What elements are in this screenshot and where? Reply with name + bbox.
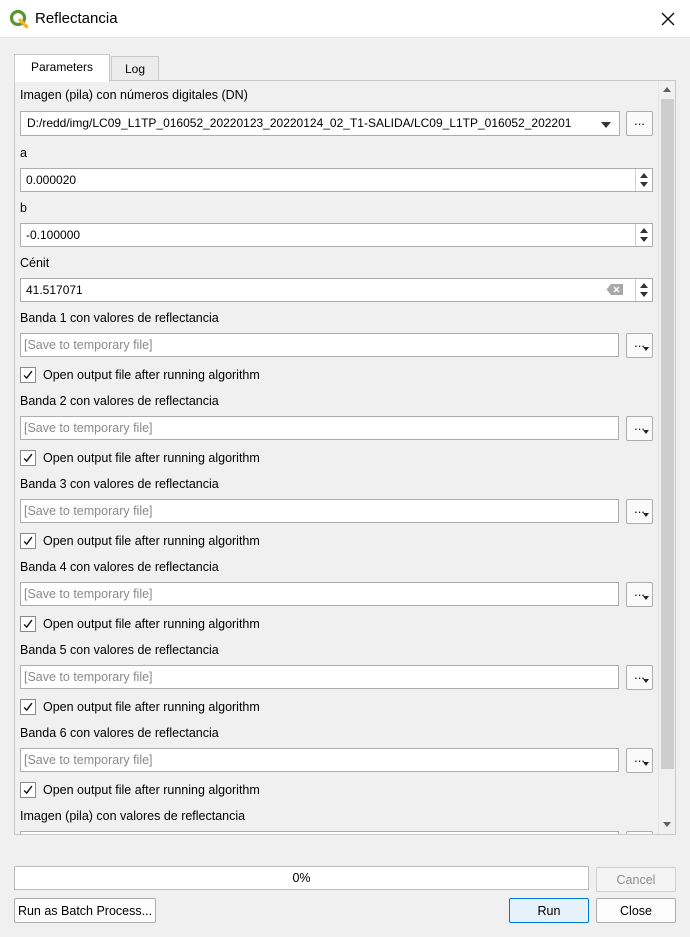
scroll-down-icon[interactable] [663,822,671,827]
run-button[interactable]: Run [509,898,589,923]
band-2-browse-button[interactable]: ... [626,416,653,441]
tab-parameters[interactable]: Parameters [14,54,110,82]
band-4-label: Banda 4 con valores de reflectancia [20,560,219,574]
band-3-output-field[interactable]: [Save to temporary file] [20,499,619,523]
checkbox-checked-icon[interactable] [20,533,36,549]
b-spinbox[interactable]: -0.100000 [20,223,653,247]
input-layer-label: Imagen (pila) con números digitales (DN) [20,88,248,102]
chevron-down-icon [643,679,649,683]
band-6-open-label: Open output file after running algorithm [43,783,260,797]
a-spin-buttons[interactable] [635,169,652,191]
zenith-label: Cénit [20,256,50,270]
tab-log[interactable]: Log [111,56,159,82]
spin-down-icon[interactable] [640,182,648,187]
chevron-down-icon [643,596,649,600]
checkbox-checked-icon[interactable] [20,782,36,798]
chevron-down-icon [643,430,649,434]
b-spin-buttons[interactable] [635,224,652,246]
vertical-scrollbar[interactable] [658,81,675,834]
checkbox-checked-icon[interactable] [20,367,36,383]
band-1-open-label: Open output file after running algorithm [43,368,260,382]
band-4-browse-button[interactable]: ... [626,582,653,607]
input-layer-browse-button[interactable]: ... [626,111,653,136]
band-2-open-label: Open output file after running algorithm [43,451,260,465]
zenith-value: 41.517071 [26,283,83,297]
band-6-browse-button[interactable]: ... [626,748,653,773]
run-batch-button[interactable]: Run as Batch Process... [14,898,156,923]
a-spinbox[interactable]: 0.000020 [20,168,653,192]
band-2-output-field[interactable]: [Save to temporary file] [20,416,619,440]
band-5-label: Banda 5 con valores de reflectancia [20,643,219,657]
progress-bar: 0% [14,866,589,890]
checkbox-checked-icon[interactable] [20,450,36,466]
band-6-output-field[interactable]: [Save to temporary file] [20,748,619,772]
b-value: -0.100000 [26,228,81,242]
zenith-spinbox[interactable]: 41.517071 [20,278,653,302]
band-6-label: Banda 6 con valores de reflectancia [20,726,219,740]
band-3-browse-button[interactable]: ... [626,499,653,524]
close-button[interactable]: Close [596,898,676,923]
band-1-label: Banda 1 con valores de reflectancia [20,311,219,325]
band-5-output-field[interactable]: [Save to temporary file] [20,665,619,689]
band-4-output-field[interactable]: [Save to temporary file] [20,582,619,606]
spin-up-icon[interactable] [640,228,648,233]
stack-output-label: Imagen (pila) con valores de reflectanci… [20,809,246,823]
stack-output-field[interactable] [20,831,619,834]
checkbox-checked-icon[interactable] [20,616,36,632]
band-5-open-label: Open output file after running algorithm [43,700,260,714]
spin-up-icon[interactable] [640,283,648,288]
band-3-label: Banda 3 con valores de reflectancia [20,477,219,491]
band-3-open-label: Open output file after running algorithm [43,534,260,548]
clear-icon[interactable] [606,283,624,296]
input-layer-value: D:/redd/img/LC09_L1TP_016052_20220123_20… [27,116,572,130]
chevron-down-icon [601,122,611,128]
progress-text: 0% [292,871,311,885]
checkbox-checked-icon[interactable] [20,699,36,715]
chevron-down-icon [643,513,649,517]
band-1-browse-button[interactable]: ... [626,333,653,358]
title-bar: Reflectancia [0,0,690,38]
close-icon[interactable] [653,4,683,34]
stack-browse-button[interactable] [626,831,653,834]
qgis-logo-icon [9,9,29,29]
chevron-down-icon [643,347,649,351]
scrollbar-thumb[interactable] [661,99,674,769]
a-value: 0.000020 [26,173,77,187]
cancel-button[interactable]: Cancel [596,867,676,892]
window-title: Reflectancia [35,10,118,27]
parameters-scroll-area: Imagen (pila) con números digitales (DN)… [15,81,658,834]
a-label: a [20,146,27,160]
band-4-open-label: Open output file after running algorithm [43,617,260,631]
parameters-panel: Imagen (pila) con números digitales (DN)… [14,80,676,835]
band-1-output-field[interactable]: [Save to temporary file] [20,333,619,357]
zenith-spin-buttons[interactable] [635,279,652,301]
scroll-up-icon[interactable] [663,87,671,92]
band-5-browse-button[interactable]: ... [626,665,653,690]
band-2-label: Banda 2 con valores de reflectancia [20,394,219,408]
spin-down-icon[interactable] [640,292,648,297]
spin-down-icon[interactable] [640,237,648,242]
input-layer-combo[interactable]: D:/redd/img/LC09_L1TP_016052_20220123_20… [20,111,620,136]
b-label: b [20,201,27,215]
spin-up-icon[interactable] [640,173,648,178]
chevron-down-icon [643,762,649,766]
